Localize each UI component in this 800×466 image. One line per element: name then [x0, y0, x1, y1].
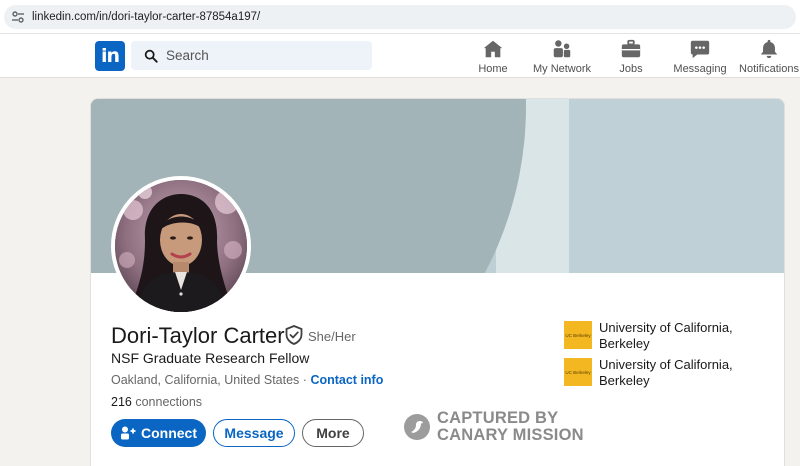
banner-panel [569, 99, 784, 273]
connect-label: Connect [141, 425, 197, 441]
more-button[interactable]: More [302, 419, 364, 447]
url-field[interactable]: linkedin.com/in/dori-taylor-carter-87854… [4, 5, 796, 29]
pronouns: She/Her [308, 329, 356, 344]
nav-my-network-label: My Network [532, 63, 592, 75]
school-logo: UC Berkeley [564, 321, 592, 349]
browser-address-bar: linkedin.com/in/dori-taylor-carter-87854… [0, 0, 800, 34]
nav-messaging[interactable]: Messaging [673, 38, 727, 76]
site-settings-icon[interactable] [10, 9, 26, 25]
profile-photo-image [115, 180, 247, 312]
nav-messaging-label: Messaging [673, 63, 727, 75]
linkedin-logo[interactable]: in [95, 41, 125, 71]
message-button[interactable]: Message [213, 419, 295, 447]
top-navigation: in Search Home My Network Jobs Messaging… [0, 34, 800, 78]
verified-shield-icon[interactable] [285, 325, 303, 345]
nav-my-network[interactable]: My Network [532, 38, 592, 76]
nav-notifications-label: Notifications [739, 63, 799, 75]
profile-card: Dori-Taylor Carter She/Her NSF Graduate … [90, 98, 785, 466]
nav-jobs-label: Jobs [619, 63, 643, 75]
nav-jobs[interactable]: Jobs [618, 38, 644, 76]
watermark-line-2: CANARY MISSION [437, 426, 584, 444]
search-icon [144, 49, 158, 63]
location: Oakland, California, United States [111, 373, 300, 387]
school-name: University of California, Berkeley [599, 320, 733, 351]
education-item[interactable]: UC Berkeley University of California, Be… [564, 357, 739, 388]
connections-label: connections [135, 395, 203, 409]
nav-notifications[interactable]: Notifications [739, 38, 799, 76]
url-text: linkedin.com/in/dori-taylor-carter-87854… [32, 11, 261, 23]
canary-mission-watermark: CAPTURED BY CANARY MISSION [404, 410, 584, 444]
add-person-icon [121, 426, 136, 440]
home-icon [483, 40, 503, 58]
watermark-text: CAPTURED BY CANARY MISSION [437, 410, 584, 444]
message-icon [690, 40, 710, 59]
search-placeholder: Search [166, 48, 209, 63]
contact-info-link[interactable]: Contact info [310, 373, 383, 387]
briefcase-icon [621, 39, 641, 58]
school-logo: UC Berkeley [564, 358, 592, 386]
separator: · [302, 373, 307, 387]
connections-count[interactable]: 216 connections [111, 395, 202, 409]
connections-number: 216 [111, 395, 132, 409]
location-row: Oakland, California, United States · Con… [111, 373, 383, 387]
connect-button[interactable]: Connect [111, 419, 206, 447]
search-input[interactable]: Search [131, 41, 372, 70]
network-icon [553, 40, 571, 58]
profile-headline: NSF Graduate Research Fellow [111, 350, 310, 366]
education-item[interactable]: UC Berkeley University of California, Be… [564, 320, 739, 351]
nav-home[interactable]: Home [477, 38, 509, 76]
bell-icon [760, 39, 778, 59]
nav-home-label: Home [478, 63, 508, 75]
canary-bird-icon [404, 414, 430, 440]
profile-name: Dori-Taylor Carter [111, 323, 285, 348]
profile-photo[interactable] [111, 176, 251, 316]
school-name: University of California, Berkeley [599, 357, 733, 388]
watermark-line-1: CAPTURED BY [437, 409, 559, 427]
